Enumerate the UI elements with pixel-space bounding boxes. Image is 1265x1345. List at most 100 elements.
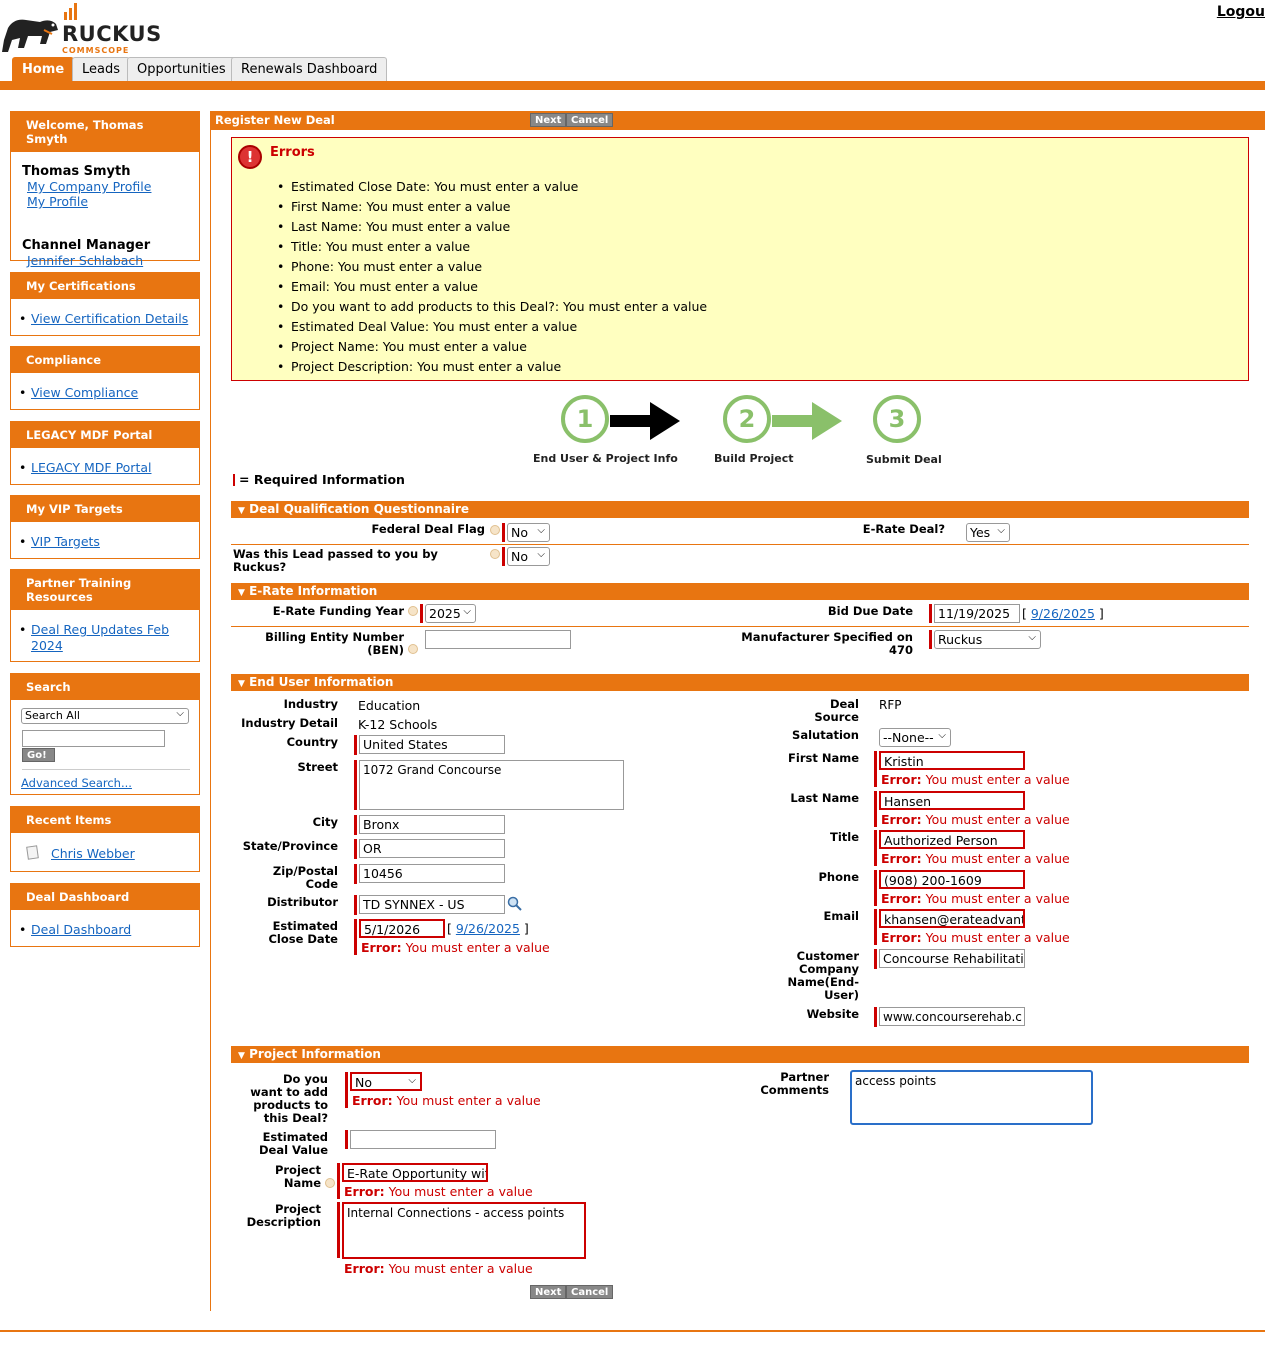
tab-leads[interactable]: Leads	[72, 57, 131, 81]
error-icon: !	[238, 145, 262, 169]
bid-due-input[interactable]: 11/19/2025	[934, 604, 1020, 623]
close-today-link[interactable]: 9/26/2025	[456, 921, 520, 936]
logout-link[interactable]: Logou	[1217, 4, 1265, 20]
view-certification-link[interactable]: View Certification Details	[31, 311, 188, 326]
add-products-label: Do you want to add products to this Deal…	[250, 1072, 328, 1125]
step-1-label: End User & Project Info	[533, 452, 678, 465]
my-profile-link[interactable]: My Profile	[27, 194, 88, 209]
vip-targets-link[interactable]: VIP Targets	[31, 534, 100, 549]
add-products-select[interactable]: No	[350, 1072, 422, 1091]
help-icon[interactable]	[408, 644, 418, 654]
lead-passed-label: Was this Lead passed to you by Ruckus?	[233, 547, 438, 574]
certifications-panel: My Certifications View Certification Det…	[10, 272, 200, 336]
industry-detail-label: Industry Detail	[241, 716, 338, 730]
close-date-input[interactable]: 5/1/2026	[359, 919, 445, 938]
ruckus-logo[interactable]: RUCKUS COMMSCOPE	[0, 0, 180, 58]
help-icon[interactable]	[490, 525, 500, 535]
website-input[interactable]: www.concourserehab.c	[879, 1007, 1025, 1026]
partner-comments-textarea[interactable]: access points	[850, 1070, 1093, 1125]
cancel-button-bottom[interactable]: Cancel	[566, 1285, 614, 1299]
required-marker	[354, 760, 357, 810]
last-name-error: Error: You must enter a value	[881, 812, 1070, 827]
error-item: Estimated Close Date: You must enter a v…	[277, 177, 707, 197]
zip-input[interactable]: 10456	[359, 864, 505, 883]
record-icon	[26, 845, 39, 860]
cancel-button-top[interactable]: Cancel	[566, 113, 614, 127]
end-user-section-header[interactable]: ▼ End User Information	[231, 674, 1249, 691]
search-input[interactable]	[22, 730, 165, 747]
error-label: Error:	[344, 1184, 385, 1199]
logo-wordmark: RUCKUS	[62, 22, 162, 46]
tab-home[interactable]: Home	[12, 57, 75, 81]
certifications-heading: My Certifications	[11, 273, 199, 299]
my-company-profile-link[interactable]: My Company Profile	[27, 179, 151, 194]
required-marker	[874, 909, 877, 945]
federal-flag-select[interactable]: No	[507, 523, 550, 542]
tab-renewals-dashboard[interactable]: Renewals Dashboard	[231, 57, 388, 81]
title-input[interactable]: Authorized Person	[879, 830, 1025, 849]
deal-dashboard-panel: Deal Dashboard Deal Dashboard	[10, 883, 200, 947]
customer-company-input[interactable]: Concourse Rehabilitatic	[879, 949, 1025, 968]
view-compliance-link[interactable]: View Compliance	[31, 385, 138, 400]
help-icon[interactable]	[325, 1178, 335, 1188]
salutation-select[interactable]: --None--	[879, 728, 951, 747]
channel-manager-label: Channel Manager	[22, 238, 151, 253]
error-item: Project Name: You must enter a value	[277, 337, 707, 357]
deal-value-input[interactable]	[350, 1130, 496, 1149]
search-go-button[interactable]: Go!	[22, 748, 55, 762]
advanced-search-link[interactable]: Advanced Search...	[21, 776, 132, 790]
erate-section-header[interactable]: ▼ E-Rate Information	[231, 583, 1249, 600]
error-box: ! Errors Estimated Close Date: You must …	[231, 137, 1249, 381]
mdf-heading: LEGACY MDF Portal	[11, 422, 199, 448]
city-input[interactable]: Bronx	[359, 815, 505, 834]
manufacturer-select[interactable]: Ruckus	[934, 630, 1041, 649]
help-icon[interactable]	[490, 549, 500, 559]
ben-input[interactable]	[425, 630, 571, 649]
first-name-error: Error: You must enter a value	[881, 772, 1070, 787]
tab-opportunities[interactable]: Opportunities	[127, 57, 236, 81]
help-icon[interactable]	[408, 606, 418, 616]
lookup-icon[interactable]	[507, 896, 523, 912]
email-label: Email	[823, 909, 859, 923]
qualification-title: Deal Qualification Questionnaire	[249, 502, 470, 516]
manufacturer-label: Manufacturer Specified on 470	[741, 630, 913, 657]
recent-item-link[interactable]: Chris Webber	[51, 846, 135, 861]
search-scope-select[interactable]: Search All	[21, 708, 189, 724]
project-section-header[interactable]: ▼ Project Information	[231, 1046, 1249, 1063]
error-label: Error:	[344, 1261, 385, 1276]
deal-dashboard-link[interactable]: Deal Dashboard	[31, 922, 131, 937]
project-name-input[interactable]: E-Rate Opportunity with	[342, 1163, 488, 1182]
error-label: Error:	[881, 772, 922, 787]
distributor-input[interactable]: TD SYNNEX - US	[359, 895, 505, 914]
channel-manager-link[interactable]: Jennifer Schlabach	[27, 253, 143, 268]
email-input[interactable]: khansen@erateadvanta	[879, 909, 1025, 928]
project-description-textarea[interactable]: Internal Connections - access points	[342, 1202, 586, 1259]
mdf-portal-link[interactable]: LEGACY MDF Portal	[31, 460, 151, 475]
phone-error: Error: You must enter a value	[881, 891, 1070, 906]
first-name-input[interactable]: Kristin	[879, 751, 1025, 770]
erate-deal-select[interactable]: Yes	[966, 523, 1010, 542]
lead-passed-select[interactable]: No	[507, 547, 550, 566]
state-input[interactable]: OR	[359, 839, 505, 858]
error-item: First Name: You must enter a value	[277, 197, 707, 217]
qualification-section-header[interactable]: ▼ Deal Qualification Questionnaire	[231, 501, 1249, 518]
next-button-top[interactable]: Next	[530, 113, 567, 127]
last-name-input[interactable]: Hansen	[879, 791, 1025, 810]
country-input[interactable]: United States	[359, 735, 505, 754]
search-panel: Search Search All Go! Advanced Search...	[10, 673, 200, 795]
street-textarea[interactable]: 1072 Grand Concourse	[359, 760, 624, 810]
email-error: Error: You must enter a value	[881, 930, 1070, 945]
deal-reg-updates-link[interactable]: Deal Reg Updates Feb 2024	[31, 622, 169, 653]
bid-today-link[interactable]: 9/26/2025	[1031, 606, 1095, 621]
funding-year-select[interactable]: 2025	[425, 604, 476, 623]
welcome-heading: Welcome, Thomas Smyth	[11, 112, 199, 152]
required-marker	[337, 1163, 340, 1199]
error-item: Phone: You must enter a value	[277, 257, 707, 277]
website-label: Website	[806, 1007, 859, 1021]
salutation-label: Salutation	[792, 728, 859, 742]
partner-comments-label: Partner Comments	[760, 1070, 829, 1097]
phone-input[interactable]: (908) 200-1609	[879, 870, 1025, 889]
next-button-bottom[interactable]: Next	[530, 1285, 567, 1299]
step-3-icon: 3	[873, 395, 921, 443]
required-marker	[345, 1130, 348, 1149]
